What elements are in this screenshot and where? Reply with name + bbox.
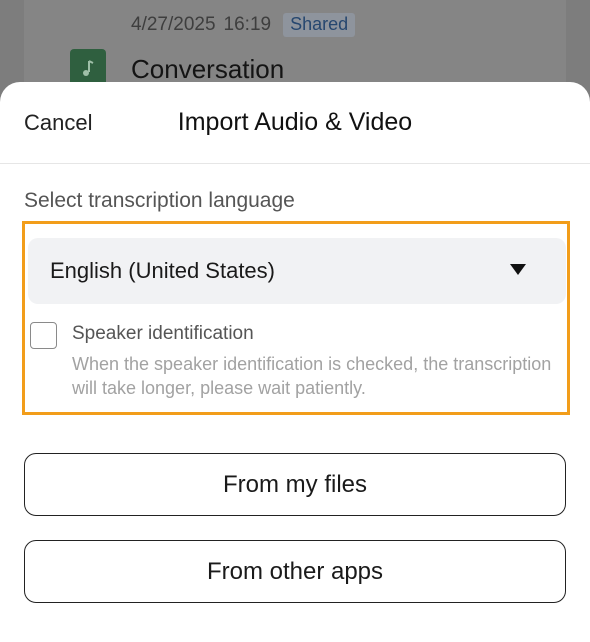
- selected-language: English (United States): [50, 258, 275, 283]
- speaker-identification-label: Speaker identification: [72, 323, 254, 344]
- dropdown-caret-icon: [510, 264, 526, 275]
- speaker-identification-checkbox[interactable]: [30, 322, 57, 349]
- speaker-identification-hint: When the speaker identification is check…: [72, 354, 552, 398]
- language-section-label: Select transcription language: [24, 189, 295, 212]
- import-bottom-sheet: Cancel Import Audio & Video Select trans…: [0, 82, 590, 642]
- sheet-title: Import Audio & Video: [177, 108, 413, 136]
- from-other-apps-button[interactable]: From other apps: [24, 540, 566, 603]
- language-select[interactable]: English (United States): [28, 238, 566, 304]
- file-date: 4/27/2025: [131, 14, 216, 35]
- from-my-files-button[interactable]: From my files: [24, 453, 566, 516]
- highlight-box: English (United States) Speaker identifi…: [22, 221, 570, 415]
- file-title: Conversation: [131, 54, 285, 84]
- file-meta: 4/27/2025 16:19 Shared: [131, 13, 356, 37]
- file-time: 16:19: [223, 14, 272, 35]
- shared-badge: Shared: [283, 13, 356, 37]
- sheet-header: Cancel Import Audio & Video: [0, 82, 590, 164]
